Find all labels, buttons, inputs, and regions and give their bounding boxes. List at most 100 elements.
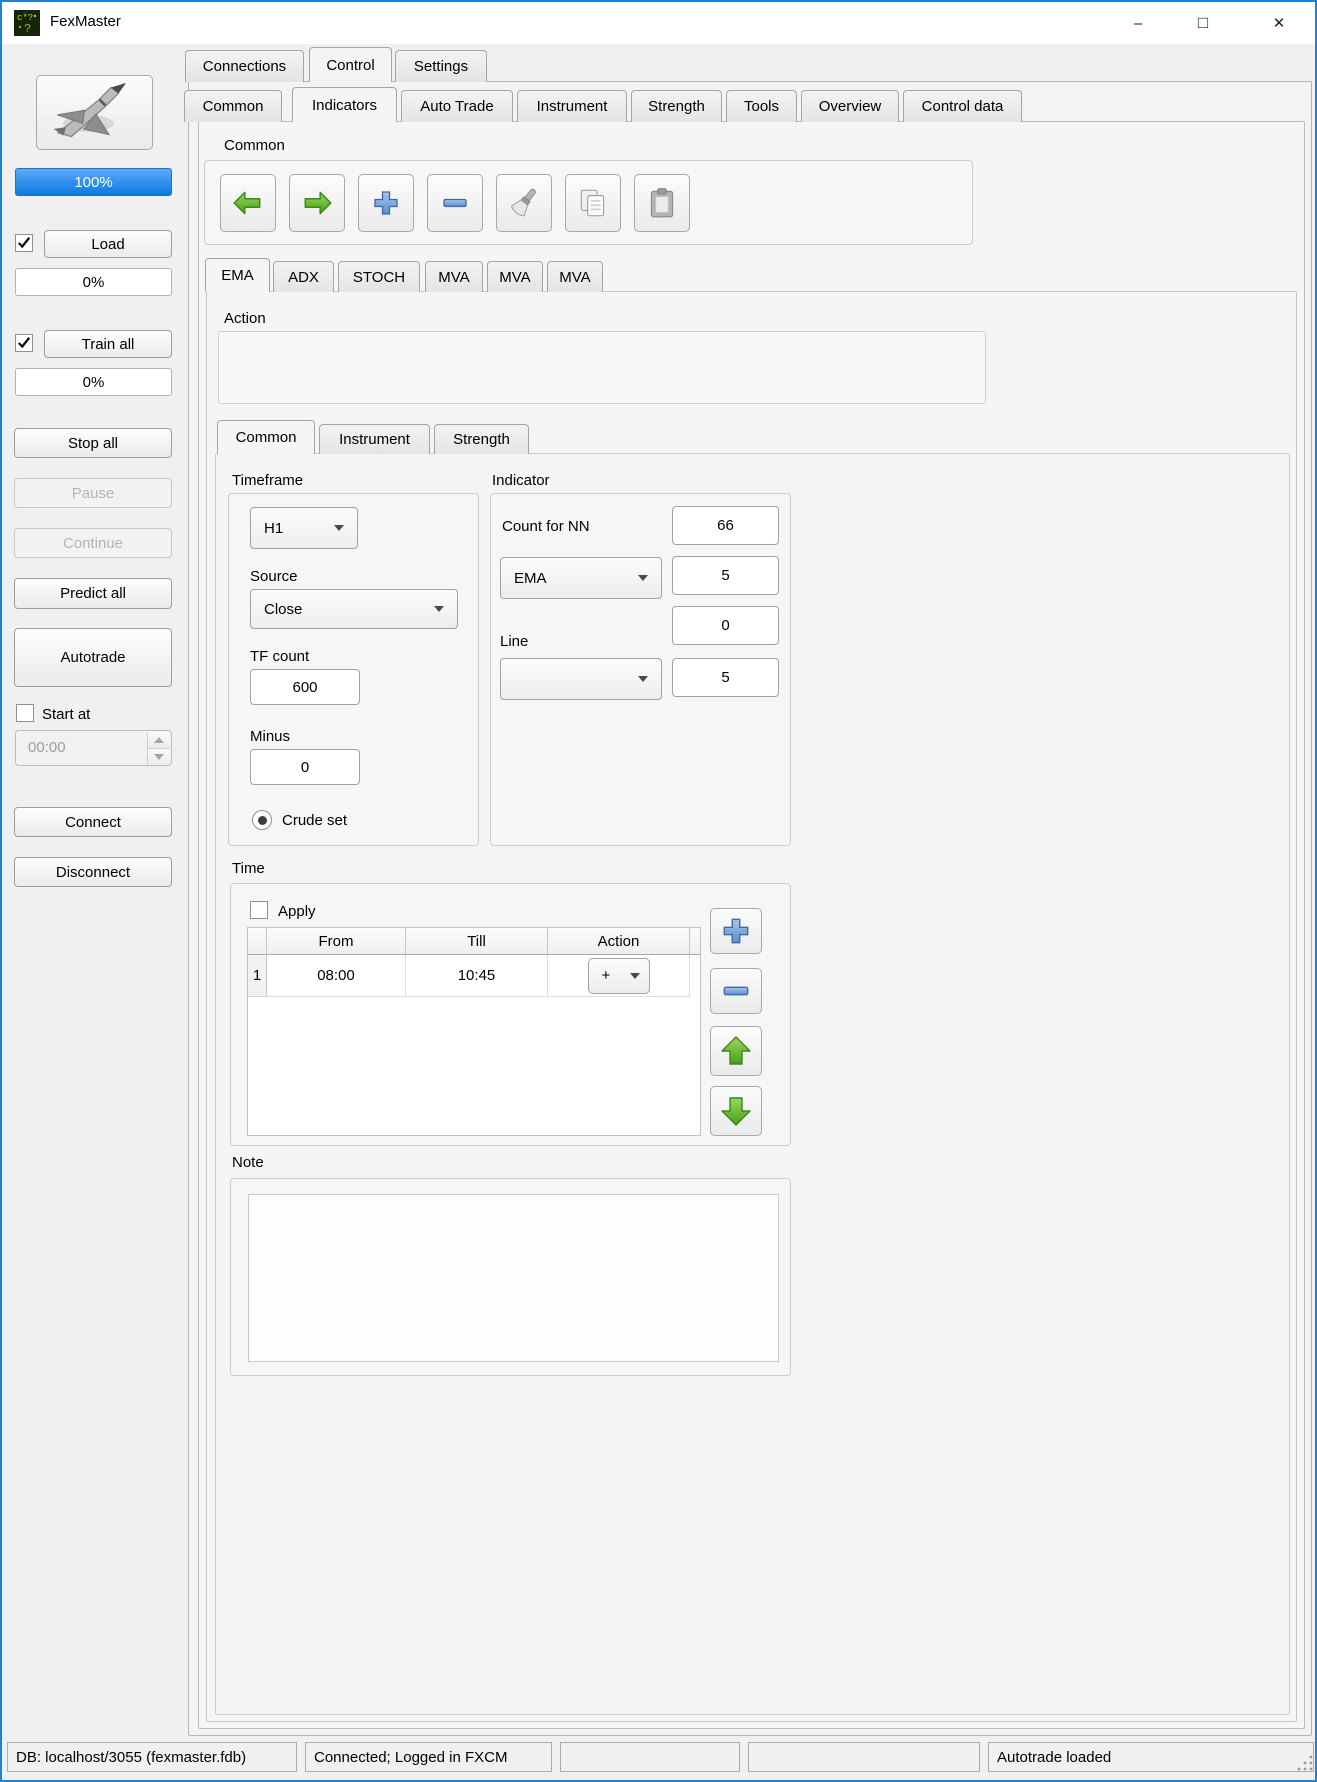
indicator-tab-stoch[interactable]: STOCH: [338, 261, 420, 292]
remove-indicator-button[interactable]: [427, 174, 483, 232]
tf-count-value: 600: [292, 679, 317, 696]
load-checkbox[interactable]: [15, 234, 33, 252]
nav-next-button[interactable]: [289, 174, 345, 232]
train-checkbox[interactable]: [15, 334, 33, 352]
time-move-up-button[interactable]: [710, 1026, 762, 1076]
tab-indicators[interactable]: Indicators: [292, 87, 397, 122]
tab-overview[interactable]: Overview: [801, 90, 899, 122]
subtab-common-label: Common: [236, 429, 297, 446]
continue-label: Continue: [63, 535, 123, 552]
action-textarea[interactable]: [218, 331, 986, 404]
total-progress-bar: 100%: [15, 168, 172, 196]
tab-control[interactable]: Control: [309, 47, 392, 82]
indicator-tab-stoch-label: STOCH: [353, 269, 405, 286]
tab-auto-trade[interactable]: Auto Trade: [401, 90, 513, 122]
train-all-button[interactable]: Train all: [44, 330, 172, 358]
time-move-down-button[interactable]: [710, 1086, 762, 1136]
arrow-down-icon: [718, 1093, 754, 1129]
timeframe-select[interactable]: H1: [250, 507, 358, 549]
jet-logo-button[interactable]: [36, 75, 153, 150]
table-header-till[interactable]: Till: [406, 928, 548, 955]
status-db-text: DB: localhost/3055 (fexmaster.fdb): [16, 1749, 246, 1766]
window-title: FexMaster: [50, 13, 121, 30]
tab-common[interactable]: Common: [184, 90, 282, 122]
apply-label: Apply: [278, 903, 316, 920]
subtab-strength[interactable]: Strength: [434, 424, 529, 454]
apply-checkbox[interactable]: [250, 901, 268, 919]
tab-common-label: Common: [203, 98, 264, 115]
load-button[interactable]: Load: [44, 230, 172, 258]
timeframe-select-value: H1: [264, 520, 283, 537]
subtab-instrument[interactable]: Instrument: [319, 424, 430, 454]
spin-up-button[interactable]: [147, 732, 170, 749]
connect-button[interactable]: Connect: [14, 807, 172, 837]
indicator-param1-value: 5: [721, 567, 729, 584]
row-action-select[interactable]: +: [588, 958, 650, 994]
predict-all-button[interactable]: Predict all: [14, 578, 172, 609]
maximize-button[interactable]: □: [1180, 2, 1226, 44]
arrow-up-icon: [718, 1033, 754, 1069]
table-cell-till[interactable]: 10:45: [406, 955, 548, 997]
spin-down-button[interactable]: [147, 749, 170, 765]
indicator-param2-value: 0: [721, 617, 729, 634]
indicator-tab-mva-1[interactable]: MVA: [425, 261, 483, 292]
note-group-label: Note: [232, 1154, 264, 1171]
indicator-type-select[interactable]: EMA: [500, 557, 662, 599]
indicator-tab-adx[interactable]: ADX: [273, 261, 334, 292]
tab-settings[interactable]: Settings: [395, 50, 487, 82]
note-textarea[interactable]: [248, 1194, 779, 1362]
table-header-from[interactable]: From: [267, 928, 406, 955]
tab-control-data[interactable]: Control data: [903, 90, 1022, 122]
time-remove-row-button[interactable]: [710, 968, 762, 1014]
autotrade-button[interactable]: Autotrade: [14, 628, 172, 687]
table-cell-from[interactable]: 08:00: [267, 955, 406, 997]
count-for-nn-input[interactable]: 66: [672, 506, 779, 545]
indicator-param3-input[interactable]: 5: [672, 658, 779, 697]
subtab-common[interactable]: Common: [217, 420, 315, 454]
add-indicator-button[interactable]: [358, 174, 414, 232]
subtab-instrument-label: Instrument: [339, 431, 410, 448]
resize-grip-icon[interactable]: [1296, 1754, 1313, 1771]
tab-instrument[interactable]: Instrument: [517, 90, 627, 122]
table-header-action[interactable]: Action: [548, 928, 690, 955]
spin-down-icon: [154, 754, 164, 760]
source-select[interactable]: Close: [250, 589, 458, 629]
copy-button[interactable]: [565, 174, 621, 232]
nav-prev-button[interactable]: [220, 174, 276, 232]
indicator-tab-mva-3[interactable]: MVA: [547, 261, 603, 292]
brush-icon: [507, 186, 541, 220]
tab-auto-trade-label: Auto Trade: [420, 98, 493, 115]
indicator-tab-ema[interactable]: EMA: [205, 258, 270, 292]
stop-all-button[interactable]: Stop all: [14, 428, 172, 458]
paste-button[interactable]: [634, 174, 690, 232]
table-header-till-label: Till: [467, 933, 486, 950]
clear-button[interactable]: [496, 174, 552, 232]
close-button[interactable]: ✕: [1256, 2, 1302, 44]
indicator-type-value: EMA: [514, 570, 547, 587]
arrow-right-icon: [300, 186, 334, 220]
minimize-button[interactable]: –: [1115, 2, 1161, 44]
minus-input[interactable]: 0: [250, 749, 360, 785]
crude-set-radio[interactable]: [252, 810, 272, 830]
pause-label: Pause: [72, 485, 115, 502]
time-add-row-button[interactable]: [710, 908, 762, 954]
train-all-button-label: Train all: [82, 336, 135, 353]
app-window: c*? ? FexMaster – □ ✕ 100%: [0, 0, 1317, 1782]
start-at-checkbox[interactable]: [16, 704, 34, 722]
tf-count-input[interactable]: 600: [250, 669, 360, 705]
chevron-down-icon: [434, 606, 444, 612]
tab-control-label: Control: [326, 57, 374, 74]
tab-strength[interactable]: Strength: [631, 90, 722, 122]
count-for-nn-label: Count for NN: [502, 518, 590, 535]
indicator-tab-mva-2[interactable]: MVA: [487, 261, 543, 292]
disconnect-button[interactable]: Disconnect: [14, 857, 172, 887]
tab-tools[interactable]: Tools: [726, 90, 797, 122]
tab-connections[interactable]: Connections: [185, 50, 304, 82]
indicator-param1-input[interactable]: 5: [672, 556, 779, 595]
line-select[interactable]: [500, 658, 662, 700]
source-label: Source: [250, 568, 298, 585]
tab-control-data-label: Control data: [922, 98, 1004, 115]
row-number-cell[interactable]: 1: [248, 955, 267, 997]
indicator-param2-input[interactable]: 0: [672, 606, 779, 645]
plus-icon: [370, 187, 402, 219]
